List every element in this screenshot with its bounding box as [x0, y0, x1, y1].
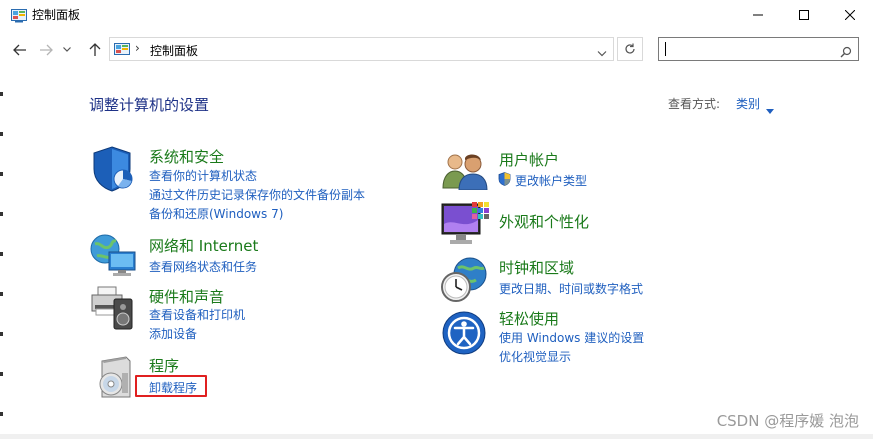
search-icon[interactable] [840, 43, 852, 62]
navigation-bar: › 控制面板 [0, 30, 873, 70]
close-icon [845, 10, 855, 20]
up-button[interactable] [84, 40, 106, 60]
clock-globe-icon[interactable] [440, 256, 490, 308]
category-network-internet[interactable]: 网络和 Internet [149, 235, 258, 256]
minimize-icon [753, 14, 763, 16]
close-button[interactable] [827, 0, 873, 30]
control-panel-icon [11, 8, 27, 27]
link-uninstall-program[interactable]: 卸载程序 [149, 379, 197, 396]
shield-icon[interactable] [90, 145, 136, 197]
breadcrumb-separator[interactable]: › [135, 41, 140, 55]
maximize-icon [799, 10, 809, 20]
link-add-device[interactable]: 添加设备 [149, 325, 197, 342]
programs-disc-icon[interactable] [96, 355, 136, 403]
arrow-right-icon [40, 44, 53, 56]
search-box[interactable] [658, 37, 859, 61]
maximize-button[interactable] [781, 0, 827, 30]
printer-speaker-icon[interactable] [90, 285, 136, 335]
link-network-status[interactable]: 查看网络状态和任务 [149, 258, 257, 275]
watermark: CSDN @程序媛 泡泡 [716, 412, 859, 430]
category-hardware-sound[interactable]: 硬件和声音 [149, 286, 224, 307]
minimize-button[interactable] [735, 0, 781, 30]
category-clock-region[interactable]: 时钟和区域 [499, 257, 574, 278]
window-edge-decoration [0, 92, 3, 422]
category-user-accounts[interactable]: 用户帐户 [499, 149, 559, 170]
window-title: 控制面板 [32, 8, 81, 22]
forward-button[interactable] [35, 40, 57, 60]
title-bar: 控制面板 [0, 0, 873, 30]
view-by-dropdown[interactable]: 类别 [736, 95, 760, 112]
uac-shield-icon [498, 171, 511, 190]
category-ease-of-access[interactable]: 轻松使用 [499, 308, 559, 329]
search-input[interactable] [663, 40, 833, 58]
link-backup-restore[interactable]: 备份和还原(Windows 7) [149, 205, 283, 222]
address-dropdown-button[interactable] [597, 43, 607, 62]
chevron-down-icon [597, 51, 607, 57]
link-change-account-type[interactable]: 更改帐户类型 [515, 172, 587, 189]
control-panel-icon [114, 42, 130, 61]
arrow-up-icon [89, 43, 101, 56]
arrow-left-icon [13, 44, 26, 56]
monitor-palette-icon[interactable] [440, 200, 490, 252]
users-icon[interactable] [441, 152, 489, 194]
ease-of-access-icon[interactable] [441, 310, 487, 360]
category-programs[interactable]: 程序 [149, 355, 179, 376]
link-optimize-visual-display[interactable]: 优化视觉显示 [499, 348, 571, 365]
link-devices-printers[interactable]: 查看设备和打印机 [149, 306, 245, 323]
refresh-button[interactable] [617, 37, 643, 61]
back-button[interactable] [9, 40, 31, 60]
link-change-date-time-format[interactable]: 更改日期、时间或数字格式 [499, 280, 643, 297]
category-appearance-personalization[interactable]: 外观和个性化 [499, 211, 589, 232]
link-recommended-settings[interactable]: 使用 Windows 建议的设置 [499, 329, 644, 346]
page-title: 调整计算机的设置 [89, 96, 210, 114]
recent-locations-button[interactable] [60, 40, 74, 60]
network-globe-icon[interactable] [89, 232, 139, 282]
breadcrumb-control-panel[interactable]: 控制面板 [150, 42, 198, 59]
view-by-chevron-icon[interactable] [766, 99, 774, 118]
view-by-label: 查看方式: [668, 97, 721, 111]
bottom-edge [0, 434, 873, 439]
link-file-history-backup[interactable]: 通过文件历史记录保存你的文件备份副本 [149, 186, 365, 203]
refresh-icon [625, 43, 635, 54]
chevron-down-icon [63, 47, 71, 52]
link-view-computer-status[interactable]: 查看你的计算机状态 [149, 167, 257, 184]
address-bar[interactable]: › 控制面板 [109, 37, 614, 61]
category-system-security[interactable]: 系统和安全 [149, 146, 224, 167]
